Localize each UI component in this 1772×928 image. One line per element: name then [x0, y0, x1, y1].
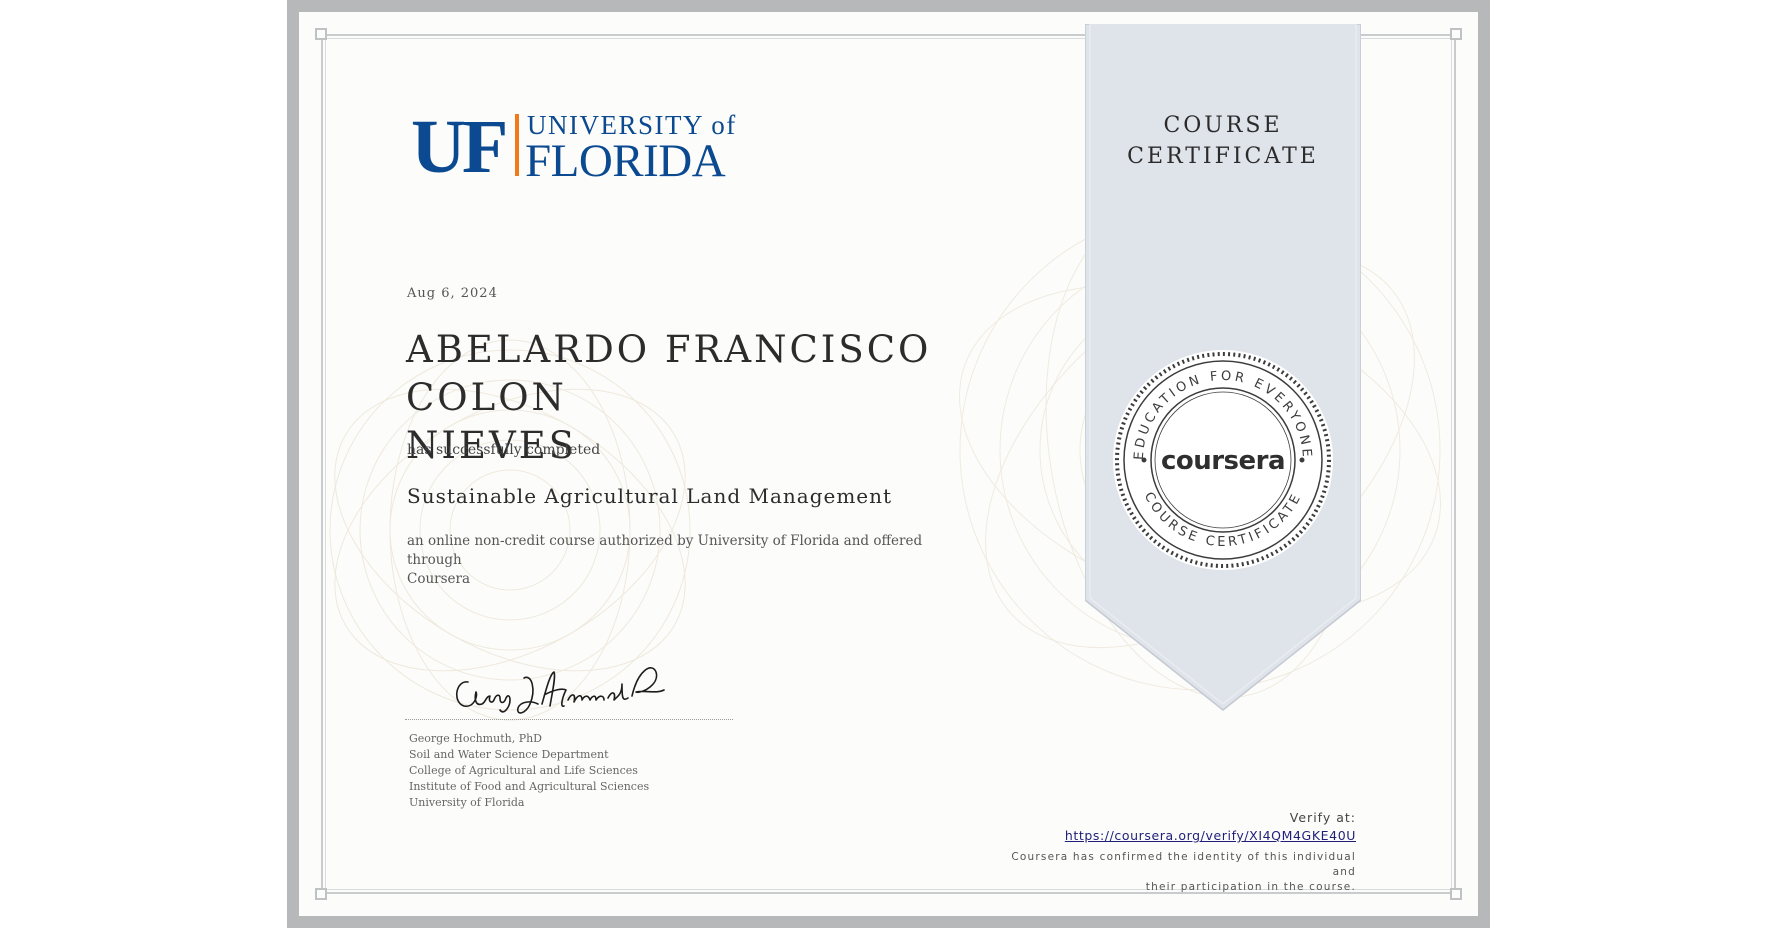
verify-label: Verify at:: [1289, 810, 1356, 825]
signer-university: University of Florida: [409, 796, 525, 809]
university-of-florida-logo: UF UNIVERSITY of FLORIDA: [411, 105, 761, 189]
corner-ornament-bottom-right: [1450, 888, 1462, 900]
signer-department: Soil and Water Science Department: [409, 748, 609, 761]
completion-statement: has successfully completed: [407, 442, 601, 458]
uf-logo-mark: UF: [411, 108, 505, 180]
corner-ornament-top-right: [1450, 28, 1462, 40]
uf-logo-florida: FLORIDA: [525, 135, 726, 180]
instructor-signature: [456, 667, 665, 714]
verification-note: Coursera has confirmed the identity of t…: [1000, 850, 1356, 895]
signer-name: George Hochmuth, PhD: [409, 732, 543, 745]
verification-block: Verify at: https://coursera.org/verify/X…: [1000, 810, 1356, 895]
coursera-seal: EDUCATION FOR EVERYONE COURSE CERTIFICAT…: [1113, 350, 1333, 570]
certificate-date: Aug 6, 2024: [407, 286, 498, 301]
course-authorization-note: an online non-credit course authorized b…: [407, 532, 947, 589]
corner-ornament-bottom-left: [315, 888, 327, 900]
uf-logo-divider: [515, 114, 519, 176]
verification-note-line1: Coursera has confirmed the identity of t…: [1011, 851, 1356, 878]
seal-dot-right: [1299, 457, 1305, 463]
authorization-line2: Coursera: [407, 571, 471, 587]
ribbon-title: COURSE CERTIFICATE: [1085, 110, 1361, 172]
corner-ornament-top-left: [315, 28, 327, 40]
verification-note-line2: their participation in the course.: [1145, 881, 1356, 893]
authorization-line1: an online non-credit course authorized b…: [407, 533, 923, 568]
signer-institute: Institute of Food and Agricultural Scien…: [409, 780, 650, 793]
signature-line: [405, 719, 733, 720]
coursera-logo-text: coursera: [1161, 446, 1285, 476]
ribbon-title-line1: COURSE: [1163, 113, 1283, 138]
course-name: Sustainable Agricultural Land Management: [407, 484, 893, 508]
verify-link[interactable]: https://coursera.org/verify/XI4QM4GKE40U: [1065, 828, 1356, 843]
signer-college: College of Agricultural and Life Science…: [409, 764, 638, 777]
signer-details: George Hochmuth, PhD Soil and Water Scie…: [409, 731, 649, 811]
ribbon-title-line2: CERTIFICATE: [1127, 144, 1319, 169]
recipient-name-line1: ABELARDO FRANCISCO COLON: [406, 328, 932, 419]
seal-dot-left: [1141, 457, 1147, 463]
